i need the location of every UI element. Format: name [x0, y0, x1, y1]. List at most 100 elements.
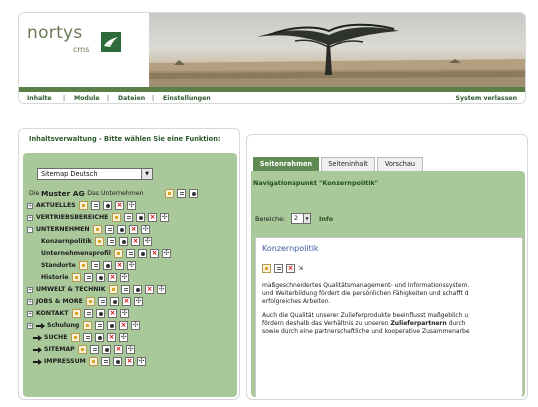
- edit-page-icon[interactable]: [78, 345, 87, 354]
- permissions-icon[interactable]: [113, 357, 122, 366]
- delete-icon[interactable]: ×: [125, 357, 134, 366]
- delete-icon[interactable]: ×: [148, 213, 157, 222]
- edit-page-icon[interactable]: [72, 273, 81, 282]
- page-properties-icon[interactable]: [84, 273, 93, 282]
- move-icon[interactable]: ✣: [120, 273, 129, 282]
- delete-icon[interactable]: ×: [108, 309, 117, 318]
- page-properties-icon[interactable]: [177, 189, 186, 198]
- move-icon[interactable]: ✣: [137, 357, 146, 366]
- permissions-icon[interactable]: [110, 297, 119, 306]
- chevron-down-icon[interactable]: ▼: [303, 214, 310, 223]
- expand-icon[interactable]: +: [27, 215, 33, 221]
- page-properties-icon[interactable]: [84, 309, 93, 318]
- move-icon[interactable]: ✣: [157, 285, 166, 294]
- delete-icon[interactable]: ×: [115, 201, 124, 210]
- permissions-icon[interactable]: [95, 333, 104, 342]
- sitemap-select[interactable]: Sitemap Deutsch ▼: [37, 168, 153, 180]
- expand-icon[interactable]: +: [27, 299, 33, 305]
- expand-icon[interactable]: +: [27, 203, 33, 209]
- permissions-icon[interactable]: [138, 249, 147, 258]
- tree-item-label[interactable]: UNTERNEHMEN: [36, 226, 90, 233]
- delete-icon[interactable]: ×: [122, 297, 131, 306]
- edit-page-icon[interactable]: [165, 189, 174, 198]
- permissions-icon[interactable]: [103, 201, 112, 210]
- info-link[interactable]: Info: [319, 215, 333, 223]
- resize-handle-icon[interactable]: ⇲: [298, 264, 306, 273]
- page-properties-icon[interactable]: [91, 201, 100, 210]
- tree-item-label[interactable]: UMWELT & TECHNIK: [36, 286, 106, 293]
- tree-item-label[interactable]: Standorte: [41, 262, 76, 269]
- page-properties-icon[interactable]: [126, 249, 135, 258]
- expand-icon[interactable]: +: [27, 323, 33, 329]
- page-properties-icon[interactable]: [107, 237, 116, 246]
- logo[interactable]: nortys cms: [27, 23, 147, 73]
- tree-item-label[interactable]: AKTUELLES: [36, 202, 76, 209]
- move-icon[interactable]: ✣: [119, 333, 128, 342]
- delete-icon[interactable]: ×: [286, 264, 295, 273]
- page-properties-icon[interactable]: [105, 225, 114, 234]
- edit-page-icon[interactable]: [89, 357, 98, 366]
- permissions-icon[interactable]: [96, 273, 105, 282]
- page-properties-icon[interactable]: [124, 213, 133, 222]
- page-properties-icon[interactable]: [101, 357, 110, 366]
- tree-item-label[interactable]: Unternehmensprofil: [41, 250, 111, 257]
- permissions-icon[interactable]: [103, 261, 112, 270]
- tree-item-label[interactable]: Konzernpolitik: [41, 238, 92, 245]
- move-icon[interactable]: ✣: [134, 297, 143, 306]
- tab-vorschau[interactable]: Vorschau: [377, 157, 423, 171]
- edit-page-icon[interactable]: [79, 201, 88, 210]
- nav-module[interactable]: Module: [74, 95, 100, 102]
- tree-item-label[interactable]: JOBS & MORE: [36, 298, 83, 305]
- tree-item-label[interactable]: VERTRIEBSBEREICHE: [36, 214, 108, 221]
- delete-icon[interactable]: ×: [114, 345, 123, 354]
- permissions-icon[interactable]: [102, 345, 111, 354]
- delete-icon[interactable]: ×: [108, 273, 117, 282]
- tree-item-label[interactable]: SITEMAP: [44, 346, 75, 353]
- move-icon[interactable]: ✣: [143, 237, 152, 246]
- nav-dateien[interactable]: Dateien: [118, 95, 145, 102]
- edit-block-icon[interactable]: [262, 264, 271, 273]
- edit-page-icon[interactable]: [86, 297, 95, 306]
- edit-page-icon[interactable]: [72, 309, 81, 318]
- expand-icon[interactable]: +: [27, 311, 33, 317]
- move-icon[interactable]: ✣: [131, 321, 140, 330]
- expand-icon[interactable]: +: [27, 287, 33, 293]
- page-properties-icon[interactable]: [98, 297, 107, 306]
- tree-item-label[interactable]: IMPRESSUM: [44, 358, 86, 365]
- tree-item-label[interactable]: Historie: [41, 274, 69, 281]
- tab-seiteninhalt[interactable]: Seiteninhalt: [321, 157, 375, 171]
- tree-item-label[interactable]: Schulung: [47, 322, 79, 329]
- nav-einstellungen[interactable]: Einstellungen: [163, 95, 211, 102]
- collapse-icon[interactable]: -: [27, 227, 33, 233]
- edit-page-icon[interactable]: [93, 225, 102, 234]
- delete-icon[interactable]: ×: [129, 225, 138, 234]
- move-icon[interactable]: ✣: [127, 261, 136, 270]
- delete-icon[interactable]: ×: [107, 333, 116, 342]
- delete-icon[interactable]: ×: [150, 249, 159, 258]
- edit-page-icon[interactable]: [95, 237, 104, 246]
- edit-page-icon[interactable]: [71, 333, 80, 342]
- move-icon[interactable]: ✣: [160, 213, 169, 222]
- tree-item-label[interactable]: SUCHE: [44, 334, 67, 341]
- delete-icon[interactable]: ×: [131, 237, 140, 246]
- page-properties-icon[interactable]: [95, 321, 104, 330]
- block-properties-icon[interactable]: [274, 264, 283, 273]
- permissions-icon[interactable]: [119, 237, 128, 246]
- delete-icon[interactable]: ×: [119, 321, 128, 330]
- page-properties-icon[interactable]: [91, 261, 100, 270]
- permissions-icon[interactable]: [107, 321, 116, 330]
- edit-page-icon[interactable]: [83, 321, 92, 330]
- bereiche-select[interactable]: 2 ▼: [291, 213, 311, 224]
- tree-item-label[interactable]: KONTAKT: [36, 310, 69, 317]
- edit-page-icon[interactable]: [109, 285, 118, 294]
- permissions-icon[interactable]: [96, 309, 105, 318]
- edit-page-icon[interactable]: [112, 213, 121, 222]
- move-icon[interactable]: ✣: [141, 225, 150, 234]
- chevron-down-icon[interactable]: ▼: [141, 169, 152, 179]
- edit-page-icon[interactable]: [114, 249, 123, 258]
- permissions-icon[interactable]: [136, 213, 145, 222]
- page-properties-icon[interactable]: [83, 333, 92, 342]
- nav-inhalte[interactable]: Inhalte: [27, 95, 52, 102]
- page-properties-icon[interactable]: [90, 345, 99, 354]
- page-properties-icon[interactable]: [121, 285, 130, 294]
